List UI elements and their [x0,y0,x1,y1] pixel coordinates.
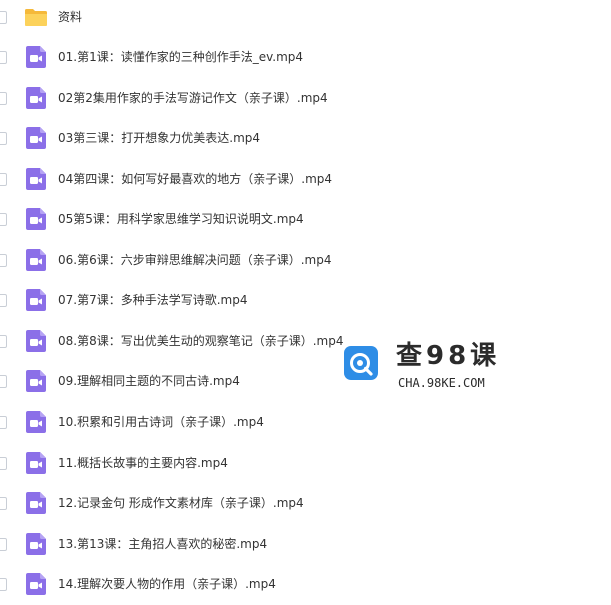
video-file-icon [26,573,46,595]
row-checkbox[interactable] [0,538,7,551]
list-item[interactable]: 08.第8课：写出优美生动的观察笔记（亲子课）.mp4 [0,322,611,362]
video-file-icon [26,168,46,190]
row-checkbox[interactable] [0,11,7,24]
list-item[interactable]: 04第四课：如何写好最喜欢的地方（亲子课）.mp4 [0,160,611,200]
row-checkbox[interactable] [0,254,7,267]
watermark-url: CHA.98KE.COM [398,376,485,390]
video-file-icon [26,46,46,68]
row-checkbox[interactable] [0,294,7,307]
row-checkbox[interactable] [0,92,7,105]
file-name: 10.积累和引用古诗词（亲子课）.mp4 [58,415,264,429]
row-checkbox[interactable] [0,335,7,348]
list-item[interactable]: 02第2集用作家的手法写游记作文（亲子课）.mp4 [0,79,611,119]
file-name: 14.理解次要人物的作用（亲子课）.mp4 [58,577,276,591]
file-name: 07.第7课：多种手法学写诗歌.mp4 [58,293,248,307]
list-item[interactable]: 13.第13课：主角招人喜欢的秘密.mp4 [0,525,611,565]
file-name: 06.第6课：六步审辩思维解决问题（亲子课）.mp4 [58,253,332,267]
video-file-icon [26,452,46,474]
row-checkbox[interactable] [0,51,7,64]
watermark-title: 查98课 [396,341,501,371]
row-checkbox[interactable] [0,375,7,388]
list-item[interactable]: 11.概括长故事的主要内容.mp4 [0,444,611,484]
row-checkbox[interactable] [0,416,7,429]
file-name: 资料 [58,10,83,24]
video-file-icon [26,492,46,514]
video-file-icon [26,127,46,149]
video-file-icon [26,330,46,352]
list-item[interactable]: 09.理解相同主题的不同古诗.mp4 [0,362,611,402]
row-checkbox[interactable] [0,457,7,470]
file-name: 11.概括长故事的主要内容.mp4 [58,456,228,470]
file-name: 03第三课：打开想象力优美表达.mp4 [58,131,261,145]
list-item[interactable]: 05第5课：用科学家思维学习知识说明文.mp4 [0,200,611,240]
folder-icon [25,9,47,26]
row-checkbox[interactable] [0,213,7,226]
list-item[interactable]: 14.理解次要人物的作用（亲子课）.mp4 [0,565,611,605]
file-name: 04第四课：如何写好最喜欢的地方（亲子课）.mp4 [58,172,333,186]
file-name: 08.第8课：写出优美生动的观察笔记（亲子课）.mp4 [58,334,344,348]
video-file-icon [26,249,46,271]
row-checkbox[interactable] [0,497,7,510]
list-item[interactable]: 12.记录金句 形成作文素材库（亲子课）.mp4 [0,484,611,524]
row-checkbox[interactable] [0,173,7,186]
video-file-icon [26,208,46,230]
list-item[interactable]: 06.第6课：六步审辩思维解决问题（亲子课）.mp4 [0,241,611,281]
list-item[interactable]: 01.第1课：读懂作家的三种创作手法_ev.mp4 [0,38,611,78]
row-checkbox[interactable] [0,132,7,145]
watermark: 查98课 CHA.98KE.COM [344,338,504,402]
video-file-icon [26,289,46,311]
list-item-folder[interactable]: 资料 [0,0,611,38]
list-item[interactable]: 03第三课：打开想象力优美表达.mp4 [0,119,611,159]
file-name: 13.第13课：主角招人喜欢的秘密.mp4 [58,537,268,551]
list-item[interactable]: 07.第7课：多种手法学写诗歌.mp4 [0,281,611,321]
video-file-icon [26,411,46,433]
video-file-icon [26,370,46,392]
row-checkbox[interactable] [0,578,7,591]
list-item[interactable]: 10.积累和引用古诗词（亲子课）.mp4 [0,403,611,443]
file-name: 09.理解相同主题的不同古诗.mp4 [58,374,240,388]
file-name: 05第5课：用科学家思维学习知识说明文.mp4 [58,212,304,226]
video-file-icon [26,533,46,555]
video-file-icon [26,87,46,109]
watermark-logo-icon [344,346,378,380]
file-list: 资料 01.第1课：读懂作家的三种创作手法_ev.mp4 02第2集用作家的手法… [0,0,611,600]
file-name: 01.第1课：读懂作家的三种创作手法_ev.mp4 [58,50,304,64]
file-name: 12.记录金句 形成作文素材库（亲子课）.mp4 [58,496,304,510]
file-name: 02第2集用作家的手法写游记作文（亲子课）.mp4 [58,91,328,105]
